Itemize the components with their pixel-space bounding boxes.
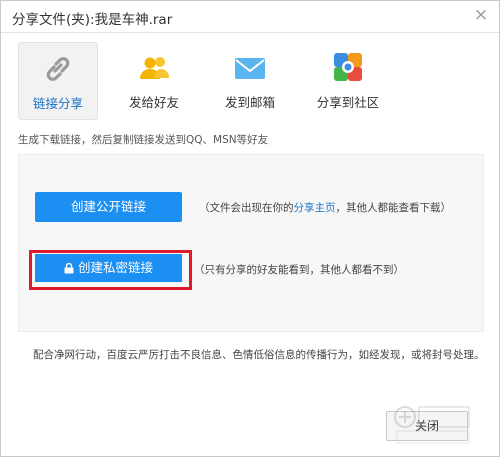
tab-label: 发给好友	[128, 95, 179, 110]
tab-send-email[interactable]: 发到邮箱	[211, 42, 289, 118]
community-icon	[334, 53, 362, 81]
dialog-title: 分享文件(夹):我是车神.rar	[12, 12, 173, 28]
private-link-description: （只有分享的好友能看到，其他人都看不到）	[194, 264, 404, 276]
dialog-titlebar: 分享文件(夹):我是车神.rar ×	[1, 1, 499, 33]
policy-notice: 配合净网行动，百度云严厉打击不良信息、色情低俗信息的传播行为，如经发现，或将封号…	[33, 349, 485, 361]
tab-label: 发到邮箱	[224, 95, 275, 110]
private-button-label: 创建私密链接	[77, 260, 153, 275]
tab-label: 链接分享	[32, 96, 83, 111]
public-desc-prefix: （文件会出现在你的	[199, 202, 294, 214]
public-desc-suffix: ，其他人都能查看下载）	[335, 202, 452, 214]
tab-label: 分享到社区	[316, 95, 380, 110]
mail-icon	[235, 58, 265, 79]
share-homepage-link[interactable]: 分享主页	[294, 202, 336, 214]
share-dialog: 分享文件(夹):我是车神.rar × 链接分享 发给好友 发到邮箱 分享到社区 …	[0, 0, 500, 457]
link-options-panel	[18, 154, 484, 332]
lock-icon	[64, 263, 74, 274]
watermark-logo-icon	[394, 406, 470, 444]
share-tabs: 链接分享 发给好友 发到邮箱 分享到社区	[1, 42, 499, 122]
hint-text: 生成下载链接，然后复制链接发送到QQ、MSN等好友	[18, 134, 269, 146]
tab-share-community[interactable]: 分享到社区	[308, 42, 388, 118]
tab-send-friend[interactable]: 发给好友	[115, 42, 193, 118]
link-icon	[46, 57, 70, 81]
tab-link-share[interactable]: 链接分享	[18, 42, 98, 120]
create-public-link-button[interactable]: 创建公开链接	[35, 192, 182, 222]
friends-icon	[140, 57, 169, 79]
close-icon[interactable]: ×	[472, 6, 490, 24]
public-link-description: （文件会出现在你的分享主页，其他人都能查看下载）	[199, 200, 451, 215]
create-private-link-button[interactable]: 创建私密链接	[35, 254, 182, 282]
